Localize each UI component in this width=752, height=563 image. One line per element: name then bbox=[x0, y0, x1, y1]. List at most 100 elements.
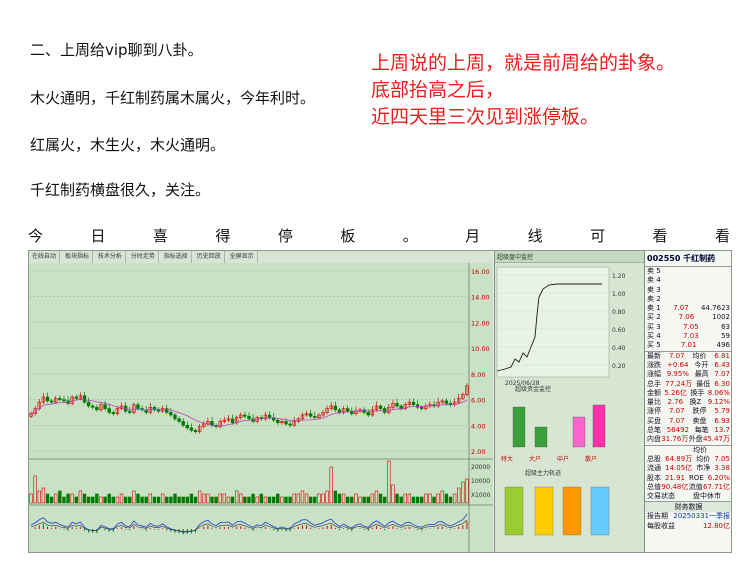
volume-bar bbox=[378, 493, 383, 504]
candle-body bbox=[107, 408, 111, 413]
quote-cell: +0.64 bbox=[666, 360, 689, 369]
kline-panel: 16.00 14.00 12.00 10.00 8.00 6.00 4.00 2.00 2000… bbox=[29, 263, 493, 552]
spaced-char: 板 bbox=[340, 227, 356, 245]
volume-bar bbox=[362, 496, 366, 504]
volume-bar bbox=[144, 496, 148, 504]
spaced-char: 日 bbox=[90, 227, 106, 245]
candle-body bbox=[91, 405, 95, 408]
volume-bar bbox=[95, 493, 99, 504]
volume-bar bbox=[169, 496, 173, 504]
volume-bar bbox=[432, 496, 436, 504]
fund-category-label: 中户 bbox=[557, 455, 569, 463]
quote-cell: 2.76 bbox=[667, 398, 684, 407]
quote-cell: 6.81 bbox=[714, 351, 730, 360]
quote-cell: 6.43 bbox=[714, 360, 730, 369]
volume-bar bbox=[440, 490, 444, 504]
volume-bar bbox=[99, 496, 103, 504]
main-force-label: 超级主力轨迹 bbox=[525, 469, 561, 477]
volume-bar bbox=[444, 493, 449, 504]
volume-bar bbox=[267, 496, 272, 504]
candle-body bbox=[193, 430, 198, 433]
quote-row: 内盘 31.76万 外盘 45.47万 bbox=[645, 435, 731, 444]
volume-bar bbox=[317, 493, 321, 504]
volume-bar bbox=[461, 481, 465, 504]
volume-bar bbox=[411, 496, 416, 504]
paragraph-3: 红属火，木生火，木火通明。 bbox=[30, 136, 226, 154]
volume-bar bbox=[226, 496, 231, 504]
finance-tab[interactable]: 财务数据 bbox=[645, 501, 731, 513]
quote-panel: 002550 千红制药 卖 5卖 4卖 3卖 2卖 1 7.07 44.7623 买 … bbox=[644, 251, 731, 552]
volume-bar bbox=[333, 490, 338, 504]
candle-body bbox=[337, 409, 342, 413]
volume-bar bbox=[420, 496, 424, 504]
quote-row: 总手 77.24万 最低 6.30 bbox=[645, 380, 731, 389]
quote-stats-2: 均价 总股 64.89万 均价 7.05 流通 14.05亿 市净 3.38 股本 21.91 ROE… bbox=[645, 444, 731, 502]
volume-bar bbox=[91, 496, 95, 504]
candle-body bbox=[308, 413, 313, 417]
volume-bar bbox=[383, 496, 387, 504]
order-book-row: 卖 5 bbox=[645, 267, 731, 276]
price-tick-label: 14.00 bbox=[471, 294, 490, 302]
candle-body bbox=[444, 400, 449, 404]
middle-monitor-panel: 超级盘中监控 1.20 1.00 0.80 0.60 0.40 0.20 2025/06/2… bbox=[494, 251, 645, 552]
price-tick-label: 16.00 bbox=[471, 268, 490, 276]
candle-body bbox=[247, 415, 251, 420]
order-book-cell: 买 3 bbox=[647, 322, 661, 331]
toolbar-item: 历史回放 bbox=[194, 251, 225, 263]
volume-bar bbox=[115, 496, 120, 504]
volume-bar bbox=[189, 493, 194, 504]
quote-row: 涨跌 +0.64 今开 6.43 bbox=[645, 360, 731, 370]
volume-bar bbox=[308, 496, 313, 504]
volume-bar bbox=[239, 493, 243, 504]
volume-bar bbox=[321, 493, 325, 504]
price-tick-label: 10.00 bbox=[471, 345, 490, 353]
quote-row: 总股 64.89万 均价 7.05 bbox=[645, 455, 731, 464]
candle-body bbox=[74, 396, 78, 399]
quote-cell: 市净 bbox=[696, 464, 711, 473]
volume-bar bbox=[292, 493, 296, 504]
volume-bar bbox=[436, 493, 440, 504]
quote-row: 涨幅 9.95% 最高 7.07 bbox=[645, 370, 731, 379]
order-book-cell: 1002 bbox=[712, 313, 730, 322]
spaced-char: 喜 bbox=[152, 227, 168, 245]
candle-body bbox=[58, 397, 62, 400]
quote-cell: 卖盘 bbox=[692, 416, 707, 425]
volume-bar bbox=[255, 496, 259, 504]
volume-bar bbox=[202, 493, 206, 504]
candle-body bbox=[185, 424, 190, 429]
eps-row: 每股收益 12.80亿 bbox=[645, 521, 731, 531]
volume-bar bbox=[148, 493, 153, 504]
volume-bar bbox=[345, 496, 350, 504]
order-book-cell: 7.01 bbox=[680, 341, 697, 350]
quote-row: 总值 90.48亿 流值 67.71亿 bbox=[645, 483, 731, 492]
volume-bar bbox=[230, 496, 235, 504]
volume-bar bbox=[337, 493, 342, 504]
order-book-row: 买 4 7.03 59 bbox=[645, 332, 731, 341]
fund-bar bbox=[592, 404, 606, 448]
quote-cell: 9.95% bbox=[666, 370, 689, 379]
fund-monitor-label: 超级资金监控 bbox=[515, 385, 551, 393]
toolbar-item: 全屏显示 bbox=[227, 251, 258, 263]
candle-body bbox=[156, 409, 161, 412]
candle-body bbox=[136, 404, 140, 409]
volume-bar bbox=[296, 493, 301, 504]
toolbar-item: 板块指标 bbox=[62, 251, 93, 263]
quote-cell: 9.12% bbox=[707, 398, 730, 407]
eps-value: 12.80亿 bbox=[702, 521, 730, 530]
candle-body bbox=[243, 414, 247, 417]
quote-row: 金额 5.26亿 换手 8.06% bbox=[645, 389, 731, 398]
volume-bar bbox=[136, 493, 140, 504]
volume-bar bbox=[325, 490, 329, 504]
quote-row: 涨停 7.07 跌停 5.79 bbox=[645, 407, 731, 416]
volume-bar bbox=[206, 493, 210, 504]
order-book-cell: 卖 4 bbox=[647, 276, 661, 285]
candle-body bbox=[378, 405, 383, 409]
candle-body bbox=[313, 415, 317, 418]
report-label: 报告期 bbox=[647, 512, 668, 521]
toolbar-item: 技术分析 bbox=[95, 251, 126, 263]
volume-bar bbox=[428, 493, 432, 504]
force-bar bbox=[590, 486, 610, 536]
volume-bar bbox=[304, 493, 309, 504]
candle-body bbox=[267, 414, 272, 418]
volume-bar bbox=[86, 496, 91, 504]
